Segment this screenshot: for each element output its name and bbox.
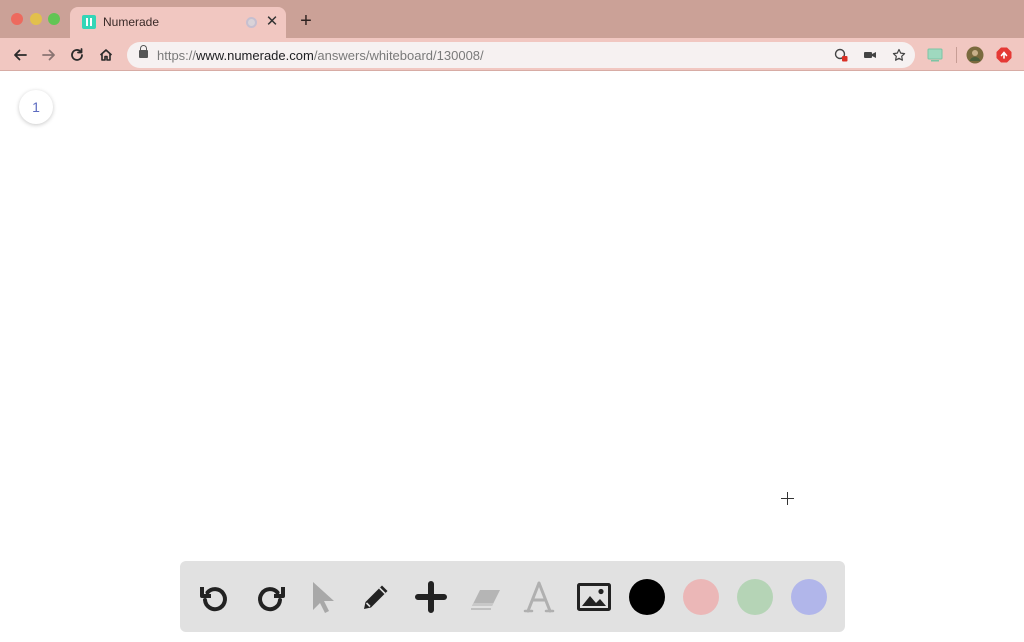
close-tab-button[interactable]: ✕ bbox=[264, 13, 280, 31]
toolbar-divider bbox=[956, 47, 957, 63]
page-number-badge[interactable]: 1 bbox=[19, 90, 53, 124]
reload-button[interactable] bbox=[66, 44, 88, 66]
add-shape-button[interactable] bbox=[411, 577, 451, 617]
tab-title: Numerade bbox=[103, 15, 160, 29]
arrow-left-icon bbox=[14, 49, 27, 61]
text-icon bbox=[523, 581, 555, 613]
redo-icon bbox=[258, 587, 285, 612]
active-tab[interactable]: Numerade ✕ bbox=[70, 7, 286, 38]
redo-button[interactable] bbox=[250, 577, 290, 617]
plus-icon bbox=[415, 581, 447, 613]
color-swatch-red[interactable] bbox=[683, 579, 719, 615]
numerade-favicon-icon bbox=[82, 15, 96, 29]
reload-icon bbox=[71, 48, 83, 61]
whiteboard-toolbar bbox=[180, 561, 845, 632]
forward-button[interactable] bbox=[38, 44, 60, 66]
undo-icon bbox=[200, 587, 227, 612]
home-button[interactable] bbox=[95, 44, 117, 66]
browser-toolbar: https://www.numerade.com/answers/whitebo… bbox=[0, 38, 1024, 71]
video-camera-icon[interactable] bbox=[862, 47, 878, 63]
cursor-arrow-icon bbox=[313, 582, 334, 613]
tab-strip: Numerade ✕ + bbox=[0, 0, 1024, 38]
back-button[interactable] bbox=[9, 44, 31, 66]
insert-image-button[interactable] bbox=[574, 577, 614, 617]
eraser-tool-button[interactable] bbox=[466, 577, 506, 617]
profile-avatar[interactable] bbox=[966, 46, 984, 64]
text-tool-button[interactable] bbox=[519, 577, 559, 617]
select-tool-button[interactable] bbox=[302, 577, 342, 617]
color-swatch-black[interactable] bbox=[629, 579, 665, 615]
address-bar[interactable]: https://www.numerade.com/answers/whitebo… bbox=[127, 42, 915, 68]
undo-button[interactable] bbox=[195, 577, 235, 617]
url-text: https://www.numerade.com/answers/whitebo… bbox=[157, 48, 484, 63]
lock-icon bbox=[139, 45, 148, 58]
cast-extension-icon[interactable] bbox=[926, 46, 944, 64]
home-icon bbox=[99, 49, 113, 61]
arrow-right-icon bbox=[42, 49, 55, 61]
pen-tool-button[interactable] bbox=[356, 577, 396, 617]
image-icon bbox=[577, 583, 611, 611]
site-camera-permission-icon[interactable] bbox=[833, 47, 849, 63]
pencil-icon bbox=[364, 585, 388, 609]
crosshair-cursor-icon bbox=[781, 492, 794, 505]
color-swatch-green[interactable] bbox=[737, 579, 773, 615]
adblock-extension-icon[interactable] bbox=[995, 46, 1013, 64]
minimize-window-button[interactable] bbox=[30, 13, 42, 25]
color-swatch-blue[interactable] bbox=[791, 579, 827, 615]
maximize-window-button[interactable] bbox=[48, 13, 60, 25]
bookmark-star-icon[interactable] bbox=[891, 47, 907, 63]
eraser-icon bbox=[471, 590, 500, 610]
close-window-button[interactable] bbox=[11, 13, 23, 25]
tab-media-indicator-icon[interactable] bbox=[246, 17, 257, 28]
new-tab-button[interactable]: + bbox=[296, 11, 316, 31]
